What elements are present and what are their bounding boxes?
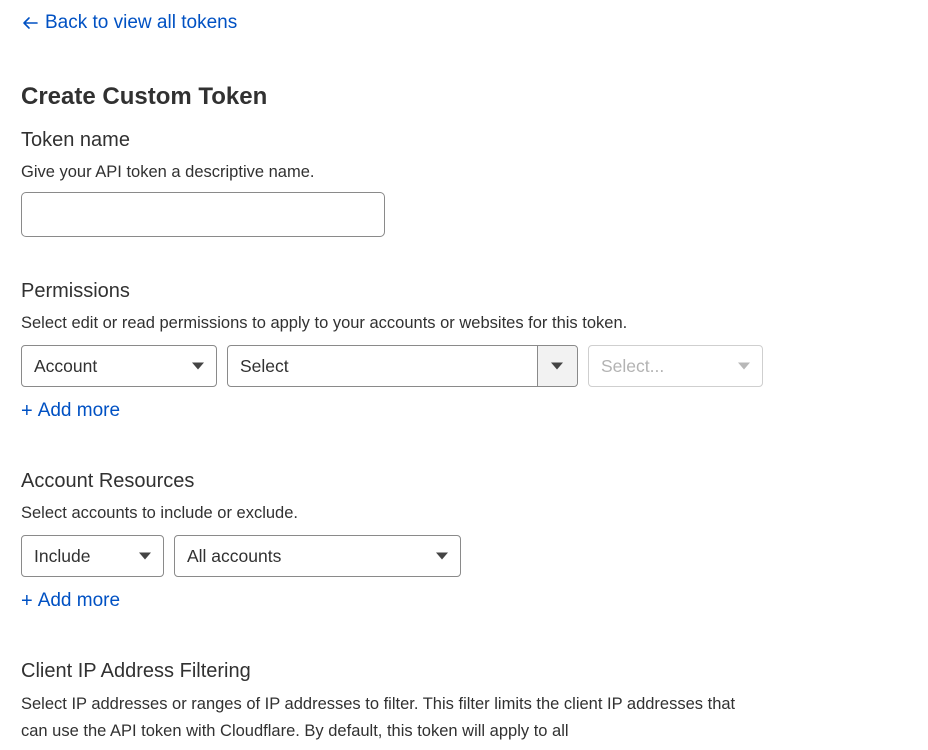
create-token-page: Back to view all tokens Create Custom To… — [0, 0, 928, 750]
permission-scope-value: Account — [34, 355, 98, 376]
page-title: Create Custom Token — [21, 83, 268, 110]
token-name-title: Token name — [21, 129, 130, 151]
permission-access-placeholder: Select... — [601, 355, 665, 376]
account-include-select[interactable]: Include — [21, 535, 164, 577]
account-include-value: Include — [34, 545, 91, 566]
permission-scope-select[interactable]: Account — [21, 345, 217, 387]
chevron-down-icon — [551, 362, 563, 370]
token-name-input[interactable] — [21, 192, 385, 237]
ip-filtering-title: Client IP Address Filtering — [21, 660, 251, 682]
chevron-down-icon — [139, 552, 151, 560]
permission-resource-value: Select — [240, 355, 289, 376]
ip-filtering-description: Select IP addresses or ranges of IP addr… — [21, 695, 736, 740]
permission-resource-dropdown-button[interactable] — [537, 346, 577, 386]
accounts-value: All accounts — [187, 545, 282, 566]
arrow-left-icon — [23, 17, 38, 29]
permission-resource-select[interactable]: Select — [227, 345, 578, 387]
plus-icon: + — [21, 400, 33, 422]
permissions-description: Select edit or read permissions to apply… — [21, 314, 628, 332]
chevron-down-icon — [738, 362, 750, 370]
back-to-tokens-link[interactable]: Back to view all tokens — [21, 12, 237, 34]
permissions-title: Permissions — [21, 280, 130, 302]
chevron-down-icon — [436, 552, 448, 560]
chevron-down-icon — [192, 362, 204, 370]
accounts-select[interactable]: All accounts — [174, 535, 461, 577]
token-name-description: Give your API token a descriptive name. — [21, 163, 315, 181]
plus-icon: + — [21, 590, 33, 612]
back-link-label: Back to view all tokens — [45, 12, 238, 33]
account-resources-title: Account Resources — [21, 470, 195, 492]
permissions-add-more-label: Add more — [37, 400, 121, 421]
account-resources-add-more-label: Add more — [37, 590, 121, 611]
account-resources-description: Select accounts to include or exclude. — [21, 504, 298, 522]
permissions-add-more-button[interactable]: + Add more — [21, 400, 120, 422]
permission-access-select[interactable]: Select... — [588, 345, 763, 387]
account-resources-add-more-button[interactable]: + Add more — [21, 590, 120, 612]
